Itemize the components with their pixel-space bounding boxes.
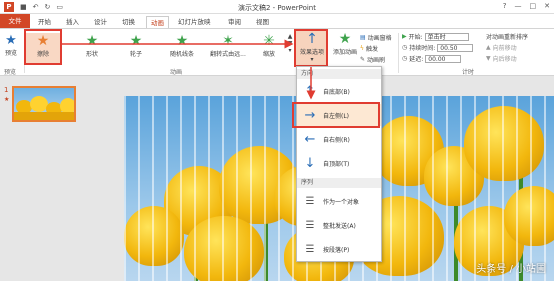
annotation-arrows <box>62 39 316 100</box>
